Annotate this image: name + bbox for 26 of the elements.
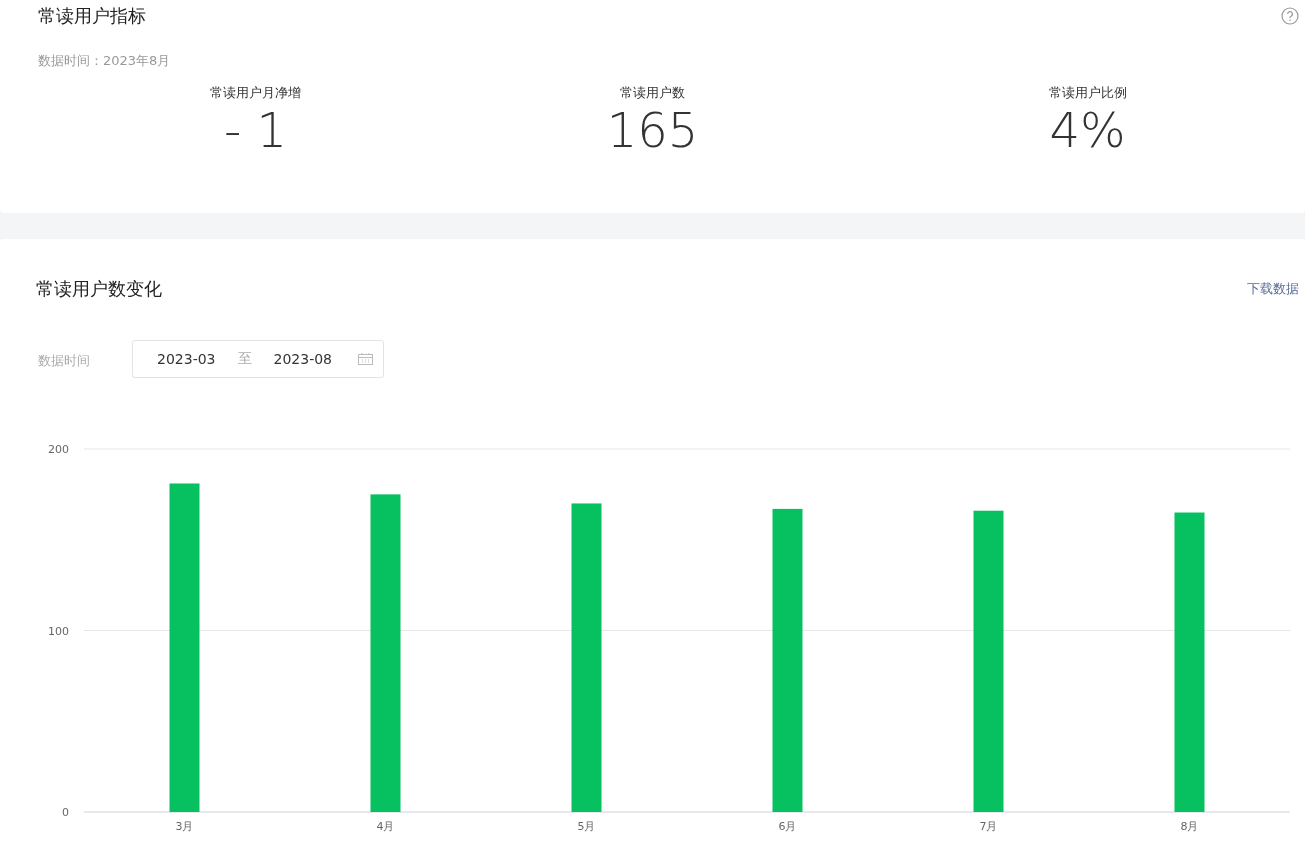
download-link[interactable]: 下载数据 bbox=[1247, 280, 1299, 298]
section-title: 常读用户数变化 bbox=[36, 277, 162, 301]
range-separator: 至 bbox=[237, 350, 252, 368]
start-date: 2023-03 bbox=[157, 351, 216, 367]
x-tick-label: 8月 bbox=[1180, 820, 1199, 833]
range-label: 数据时间 bbox=[38, 352, 91, 370]
date-range-picker[interactable]: 2023-03 至 2023-08 bbox=[132, 340, 384, 378]
y-tick-label: 100 bbox=[48, 624, 69, 638]
help-icon[interactable] bbox=[1281, 7, 1299, 25]
x-tick-label: 6月 bbox=[778, 820, 797, 833]
metric-label: 常读用户月净增 bbox=[210, 84, 301, 102]
x-tick-label: 3月 bbox=[175, 820, 194, 833]
metric-label: 常读用户比例 bbox=[1048, 84, 1127, 102]
calendar-icon bbox=[358, 353, 373, 365]
y-tick-label: 200 bbox=[48, 443, 69, 456]
x-tick-label: 7月 bbox=[979, 820, 998, 833]
section-title: 常读用户指标 bbox=[38, 4, 146, 28]
x-tick-label: 4月 bbox=[376, 820, 395, 833]
metric-value: - 1 bbox=[223, 102, 288, 158]
data-time: 数据时间：2023年8月 bbox=[38, 52, 172, 70]
x-tick-label: 5月 bbox=[577, 820, 596, 833]
end-date: 2023-08 bbox=[273, 351, 332, 367]
metric-value: 165 bbox=[606, 102, 699, 158]
metric-value: 4% bbox=[1049, 102, 1126, 158]
y-tick-label: 0 bbox=[62, 806, 69, 819]
metric-label: 常读用户数 bbox=[620, 84, 685, 102]
